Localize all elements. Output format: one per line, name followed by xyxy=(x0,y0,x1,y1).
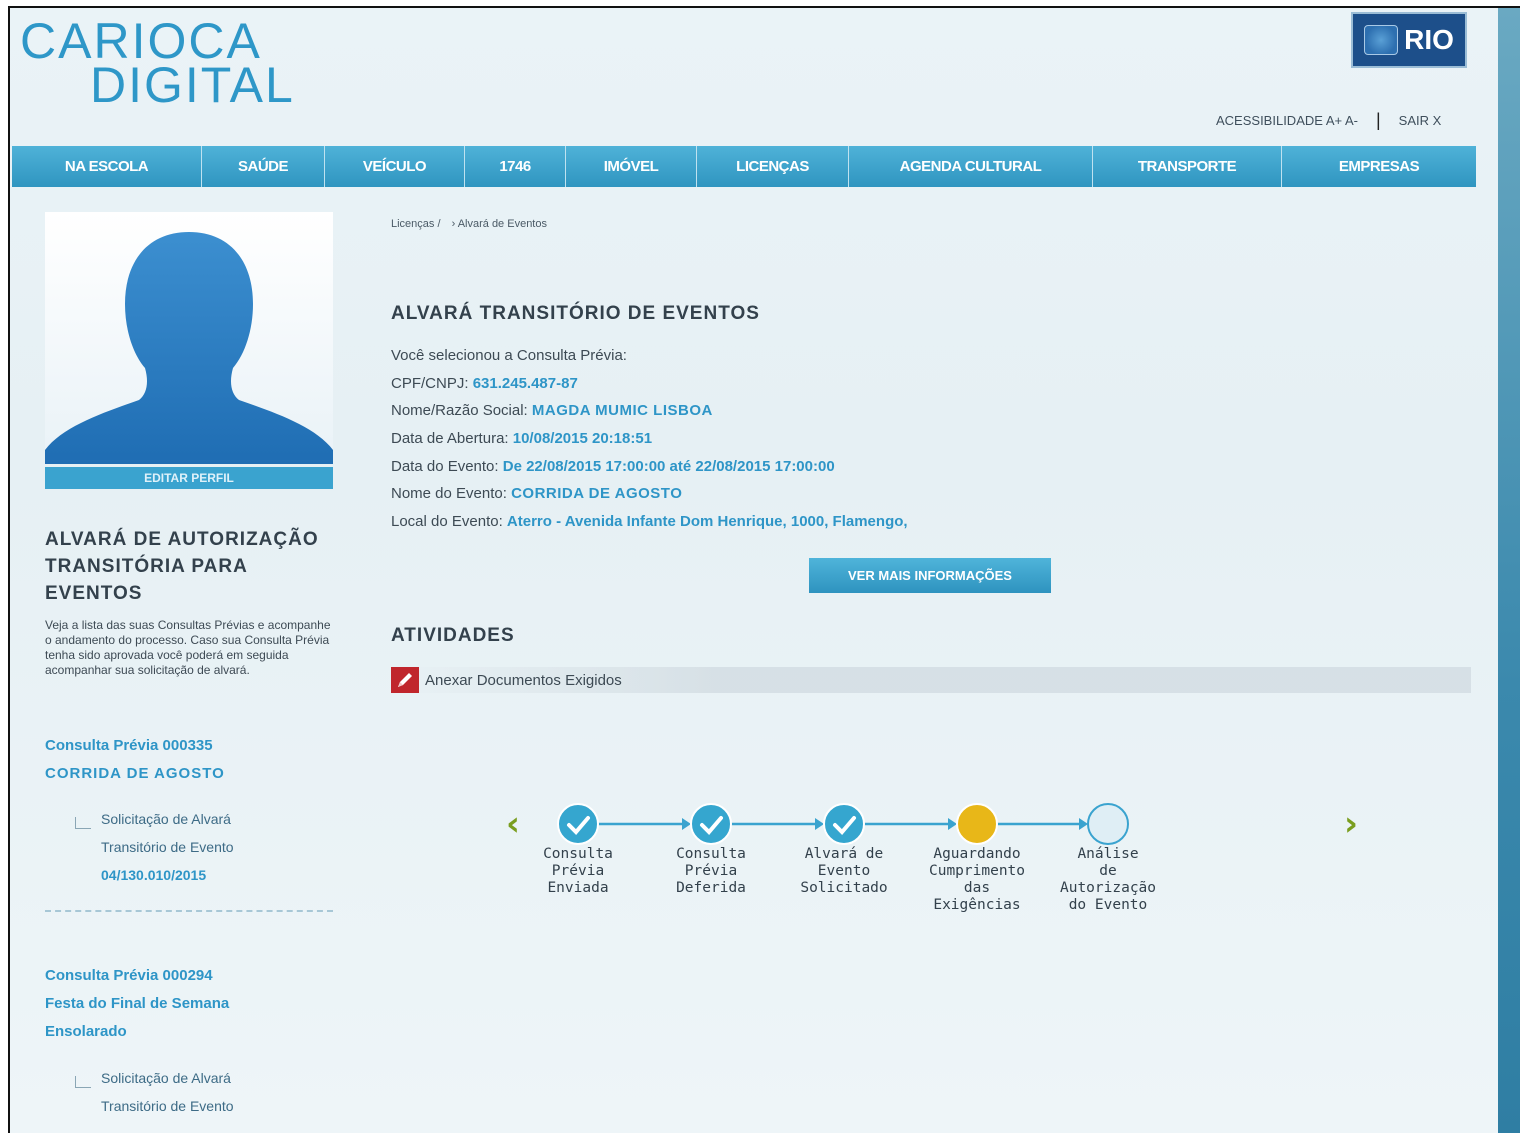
rio-seal-icon xyxy=(1364,25,1399,55)
nav-item-licencas[interactable]: LICENÇAS xyxy=(697,146,849,187)
solicitacao-link-line1[interactable]: Solicitação de Alvará xyxy=(101,811,231,827)
nav-item-1746[interactable]: 1746 xyxy=(465,146,566,187)
cpf-value: 631.245.487-87 xyxy=(472,375,578,392)
timeline-step-label-line: Exigências xyxy=(933,897,1021,913)
timeline-step-label-line: Alvará de xyxy=(804,846,884,862)
nome-label: Nome/Razão Social: xyxy=(391,402,528,419)
timeline-step-label-line: do Evento xyxy=(1068,897,1148,913)
evento-data-row: Data do Evento: De 22/08/2015 17:00:00 a… xyxy=(391,458,835,475)
accessibility-link[interactable]: ACESSIBILIDADE A+ A- xyxy=(1216,113,1358,128)
edit-profile-button[interactable]: EDITAR PERFIL xyxy=(45,467,333,489)
solicitacao-number[interactable]: 04/130.010/2015 xyxy=(101,867,206,883)
timeline-step-label-line: Prévia xyxy=(684,863,738,879)
consulta-event-festa-line1[interactable]: Festa do Final de Semana xyxy=(45,995,229,1012)
abertura-value: 10/08/2015 20:18:51 xyxy=(512,430,653,447)
breadcrumb-licencas[interactable]: Licenças / xyxy=(391,218,441,230)
intro-text: Você selecionou a Consulta Prévia: xyxy=(391,347,627,364)
local-value: Aterro - Avenida Infante Dom Henrique, 1… xyxy=(506,513,908,530)
cpf-label: CPF/CNPJ: xyxy=(391,375,469,392)
nav-item-imovel[interactable]: IMÓVEL xyxy=(566,146,697,187)
timeline-step-label-line: das xyxy=(963,880,991,896)
timeline-step-label-line: Aguardando xyxy=(933,846,1021,862)
nav-item-empresas[interactable]: EMPRESAS xyxy=(1282,146,1476,187)
nav-item-agenda-cultural[interactable]: AGENDA CULTURAL xyxy=(849,146,1093,187)
abertura-label: Data de Abertura: xyxy=(391,430,509,447)
nav-item-na-escola[interactable]: NA ESCOLA xyxy=(12,146,202,187)
evento-nome-row: Nome do Evento: CORRIDA DE AGOSTO xyxy=(391,485,682,502)
solicitacao-link-line2[interactable]: Transitório de Evento xyxy=(101,839,234,855)
nav-item-transporte[interactable]: TRANSPORTE xyxy=(1093,146,1282,187)
timeline-step-label-line: Prévia xyxy=(551,863,605,879)
timeline-step-label: Aguardando Cumprimento das Exigências xyxy=(912,846,1042,914)
activities-title: ATIVIDADES xyxy=(391,625,515,646)
timeline-prev-arrow-icon[interactable]: ‹ xyxy=(506,804,520,844)
timeline-step-label-line: Solicitado xyxy=(800,880,888,896)
evento-nome-value: CORRIDA DE AGOSTO xyxy=(511,485,683,502)
timeline-step-label-line: Deferida xyxy=(676,880,746,896)
sidebar-title: ALVARÁ DE AUTORIZAÇÃO TRANSITÓRIA PARA E… xyxy=(45,529,319,604)
timeline-step-label-line: Autorização xyxy=(1059,880,1157,896)
avatar xyxy=(45,212,333,464)
nome-row: Nome/Razão Social: MAGDA MUMIC LISBOA xyxy=(391,402,713,419)
nav-item-veiculo[interactable]: VEÍCULO xyxy=(325,146,465,187)
logout-link[interactable]: SAIR X xyxy=(1399,113,1442,128)
timeline-step-label: Consulta Prévia Deferida xyxy=(646,846,776,897)
right-decorative-strip xyxy=(1498,8,1520,1133)
timeline-next-arrow-icon[interactable]: › xyxy=(1344,804,1358,844)
timeline-step-label: Alvará de Evento Solicitado xyxy=(779,846,909,897)
logo-line-2: DIGITAL xyxy=(90,57,295,113)
pencil-icon xyxy=(391,667,419,693)
top-links: ACESSIBILIDADE A+ A- | SAIR X xyxy=(1216,110,1441,131)
evento-nome-label: Nome do Evento: xyxy=(391,485,507,502)
rio-badge-text: RIO xyxy=(1404,24,1454,55)
timeline-step-label-line: Consulta xyxy=(676,846,746,862)
abertura-row: Data de Abertura: 10/08/2015 20:18:51 xyxy=(391,430,652,447)
activity-row[interactable]: Anexar Documentos Exigidos xyxy=(391,667,1471,693)
nav-item-saude[interactable]: SAÚDE xyxy=(202,146,325,187)
local-label: Local do Evento: xyxy=(391,513,503,530)
page-title: ALVARÁ TRANSITÓRIO DE EVENTOS xyxy=(391,303,760,324)
consulta-event-festa-line2[interactable]: Ensolarado xyxy=(45,1023,127,1040)
cpf-row: CPF/CNPJ: 631.245.487-87 xyxy=(391,375,578,392)
breadcrumb-alvara[interactable]: › Alvará de Eventos xyxy=(452,218,547,230)
carioca-digital-logo[interactable]: CARIOCA DIGITAL xyxy=(20,16,295,110)
timeline-step-label: Consulta Prévia Enviada xyxy=(513,846,643,897)
prefeitura-rio-logo[interactable]: RIO xyxy=(1351,12,1467,68)
sidebar-description: Veja a lista das suas Consultas Prévias … xyxy=(45,618,331,677)
solicitacao-2-line1[interactable]: Solicitação de Alvará xyxy=(101,1070,231,1086)
nome-value: MAGDA MUMIC LISBOA xyxy=(531,402,713,419)
main-nav: NA ESCOLA SAÚDE VEÍCULO 1746 IMÓVEL LICE… xyxy=(12,146,1476,187)
breadcrumb: Licenças / › Alvará de Eventos xyxy=(391,218,555,230)
evento-data-value: De 22/08/2015 17:00:00 até 22/08/2015 17… xyxy=(502,458,835,475)
timeline-step-label-line: Enviada xyxy=(547,880,609,896)
evento-data-label: Data do Evento: xyxy=(391,458,499,475)
activity-label: Anexar Documentos Exigidos xyxy=(425,671,622,689)
tree-connector-icon xyxy=(75,817,91,829)
user-silhouette-icon xyxy=(45,232,333,464)
local-row: Local do Evento: Aterro - Avenida Infant… xyxy=(391,513,908,530)
timeline-step-label-line: Evento xyxy=(817,863,871,879)
top-links-separator: | xyxy=(1375,110,1381,130)
solicitacao-2-line2[interactable]: Transitório de Evento xyxy=(101,1098,234,1114)
timeline-step-label-line: de xyxy=(1099,863,1117,879)
timeline-step-label-line: Cumprimento xyxy=(928,863,1026,879)
consulta-link-000335[interactable]: Consulta Prévia 000335 xyxy=(45,737,213,754)
timeline-step-label-line: Análise xyxy=(1077,846,1139,862)
sidebar-divider xyxy=(45,910,333,912)
consulta-event-corrida[interactable]: CORRIDA DE AGOSTO xyxy=(45,765,225,782)
timeline-step-label: Análise de Autorização do Evento xyxy=(1043,846,1173,914)
tree-connector-icon xyxy=(75,1076,91,1088)
consulta-link-000294[interactable]: Consulta Prévia 000294 xyxy=(45,967,213,984)
more-info-button[interactable]: VER MAIS INFORMAÇÕES xyxy=(809,558,1051,593)
timeline-step-label-line: Consulta xyxy=(543,846,613,862)
